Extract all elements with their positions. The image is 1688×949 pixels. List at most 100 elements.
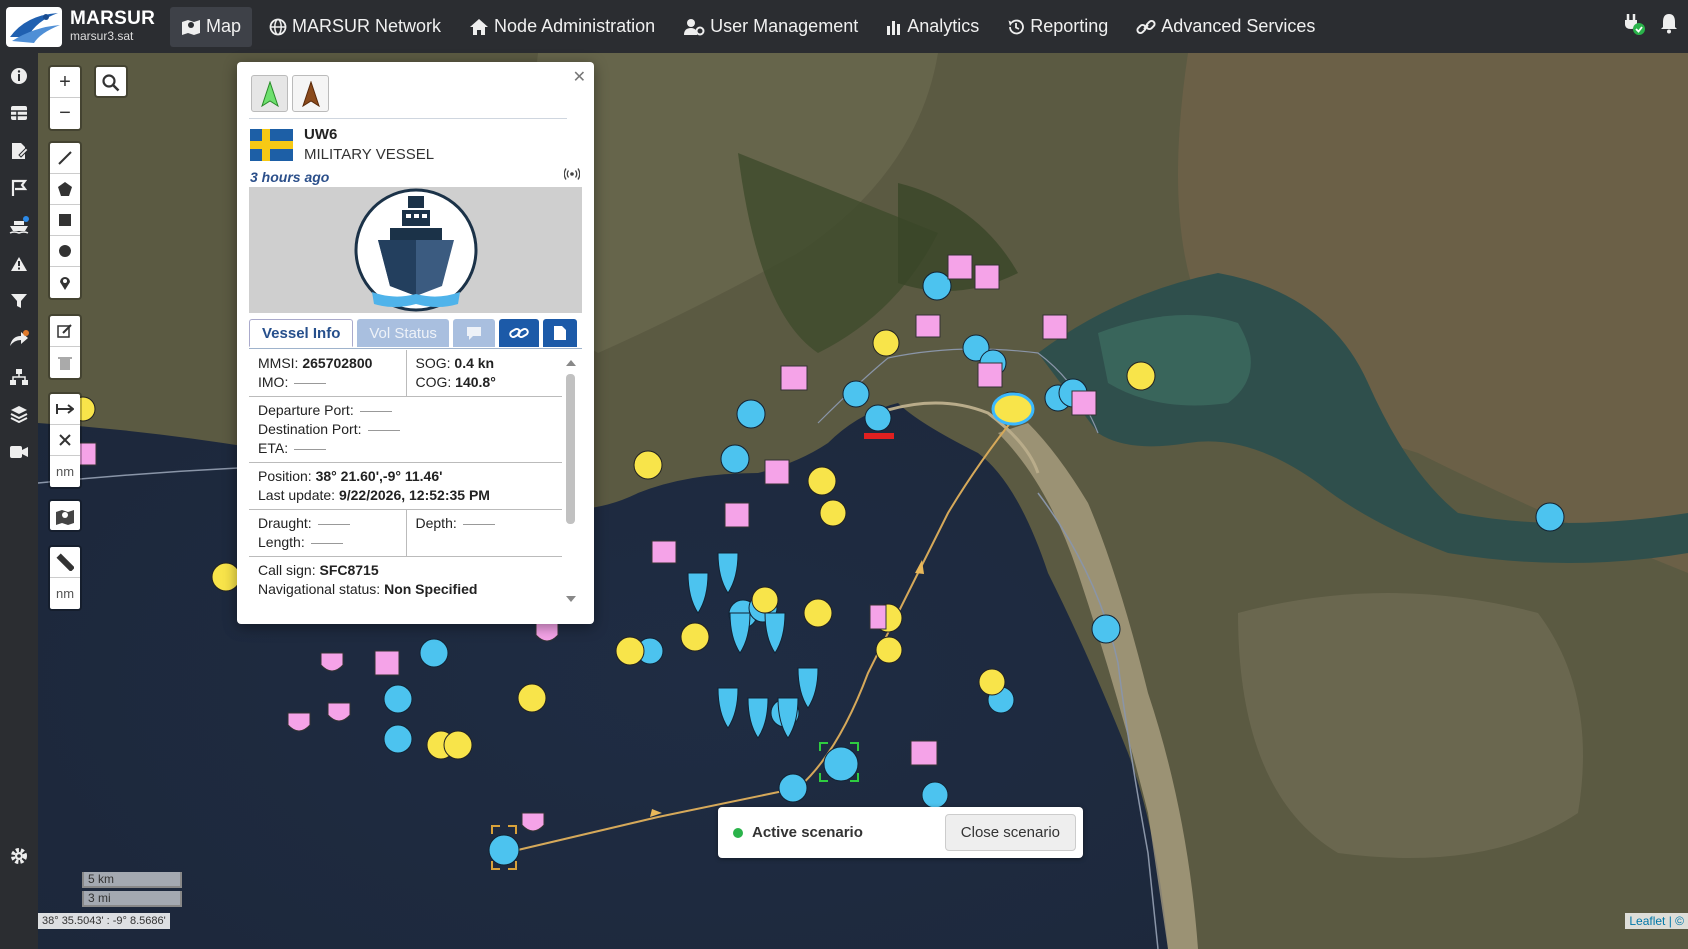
nav-marsur-network-label: MARSUR Network (292, 16, 442, 36)
call-sign-label: Call sign: (258, 562, 316, 578)
plug-status-icon[interactable] (1622, 12, 1646, 36)
ruler-control: nm (48, 545, 82, 611)
app-title: MARSUR (70, 8, 156, 30)
popup-close-icon[interactable]: ✕ (573, 67, 586, 87)
tab-vol-status[interactable]: Vol Status (357, 319, 449, 347)
map-view-control (48, 499, 82, 532)
route-flag-icon[interactable] (6, 175, 32, 201)
nav-node-administration[interactable]: Node Administration (458, 7, 666, 47)
zoom-in-button[interactable]: + (50, 67, 80, 98)
length-label: Length: (258, 534, 305, 550)
cursor-coordinates: 38° 35.5043' : -9° 8.5686' (38, 913, 170, 929)
edit-icon (57, 324, 72, 338)
draw-rectangle-button[interactable] (50, 205, 80, 236)
sog-value: 0.4 kn (454, 355, 495, 371)
settings-gear-icon[interactable] (6, 843, 32, 869)
share-icon[interactable] (6, 326, 32, 352)
nav-advanced-services-label: Advanced Services (1161, 16, 1316, 36)
tabs-divider (249, 348, 582, 349)
table-icon[interactable] (6, 100, 32, 126)
map-attribution[interactable]: Leaflet | © (1625, 913, 1688, 929)
vessel-icon[interactable] (6, 212, 32, 238)
tab-links[interactable] (498, 319, 539, 347)
rectangle-icon (59, 214, 71, 226)
video-camera-icon[interactable] (6, 439, 32, 465)
vessel-symbol-brown-button[interactable] (292, 75, 329, 112)
measure-clear-button[interactable] (50, 425, 80, 456)
layers-icon[interactable] (6, 401, 32, 427)
main-nav: Map MARSUR Network Node Administration U… (170, 0, 1332, 53)
tab-documents[interactable] (542, 319, 577, 347)
depth-label: Depth: (415, 515, 457, 531)
map-view-button[interactable] (50, 501, 80, 532)
nav-analytics[interactable]: Analytics (875, 7, 990, 47)
globe-icon (269, 18, 287, 35)
link-icon (1136, 19, 1156, 34)
cog-value: 140.8° (455, 374, 496, 390)
left-sidebar (0, 53, 38, 949)
home-icon (470, 18, 489, 35)
draw-circle-button[interactable] (50, 236, 80, 267)
mmsi-value: 265702800 (302, 355, 373, 371)
popup-divider (249, 118, 567, 119)
nav-marsur-network[interactable]: MARSUR Network (258, 7, 452, 47)
nav-map-label: Map (206, 16, 242, 36)
close-scenario-button[interactable]: Close scenario (944, 814, 1076, 851)
marsur-logo-icon (6, 6, 62, 47)
ruler-unit-nm[interactable]: nm (50, 578, 80, 609)
draw-polygon-button[interactable] (50, 174, 80, 205)
measure-toolbar: nm (48, 392, 82, 489)
marker-icon (60, 276, 70, 290)
filter-icon[interactable] (6, 288, 32, 314)
tab-vessel-info[interactable]: Vessel Info (249, 319, 354, 347)
draw-toolbar (48, 141, 82, 300)
info-icon[interactable] (6, 63, 32, 89)
zoom-out-button[interactable]: − (50, 98, 80, 129)
search-icon (102, 73, 120, 91)
signal-broadcast-icon (564, 168, 580, 180)
document-edit-icon[interactable] (6, 138, 32, 164)
draw-polyline-button[interactable] (50, 143, 80, 174)
nav-user-management[interactable]: User Management (672, 7, 869, 47)
map-search-button[interactable] (96, 67, 126, 98)
close-icon (59, 434, 71, 446)
network-icon[interactable] (6, 364, 32, 390)
nav-node-administration-label: Node Administration (494, 16, 656, 36)
nav-advanced-services[interactable]: Advanced Services (1125, 7, 1326, 47)
departure-port-label: Departure Port: (258, 402, 354, 418)
measure-distance-button[interactable] (50, 394, 80, 425)
warning-icon[interactable] (6, 251, 32, 277)
tab-comments[interactable] (452, 319, 495, 347)
eta-label: ETA: (258, 440, 289, 456)
ruler-button[interactable] (50, 547, 80, 578)
sog-label: SOG: (415, 355, 451, 371)
delete-layers-button[interactable] (50, 347, 80, 378)
scale-mi: 3 mi (82, 891, 182, 907)
app-subtitle: marsur3.sat (70, 29, 134, 44)
draw-marker-button[interactable] (50, 267, 80, 298)
vessel-symbol-green-button[interactable] (251, 75, 288, 112)
scroll-up-icon (566, 360, 576, 366)
edit-layers-button[interactable] (50, 316, 80, 347)
nav-analytics-label: Analytics (907, 16, 980, 36)
measure-unit-nm[interactable]: nm (50, 456, 80, 487)
nav-user-management-label: User Management (710, 16, 859, 36)
nav-reporting-label: Reporting (1030, 16, 1109, 36)
ruler-icon (56, 553, 74, 571)
scroll-thumb[interactable] (566, 374, 575, 524)
mmsi-label: MMSI: (258, 355, 299, 371)
bell-icon[interactable] (1660, 12, 1678, 34)
position-label: Position: (258, 468, 312, 484)
search-control (94, 65, 128, 98)
app-logo[interactable]: MARSUR marsur3.sat (0, 6, 170, 47)
bar-chart-icon (887, 20, 901, 35)
nav-reporting[interactable]: Reporting (996, 7, 1119, 47)
ship-illustration-icon (354, 188, 477, 312)
scenario-status-dot (733, 827, 743, 838)
link-icon (509, 328, 529, 338)
sweden-flag-icon (250, 129, 293, 161)
scenario-panel: Active scenario Close scenario (718, 807, 1083, 858)
nav-map[interactable]: Map (170, 6, 253, 47)
info-scrollbar[interactable] (564, 358, 578, 604)
comment-icon (466, 327, 481, 340)
